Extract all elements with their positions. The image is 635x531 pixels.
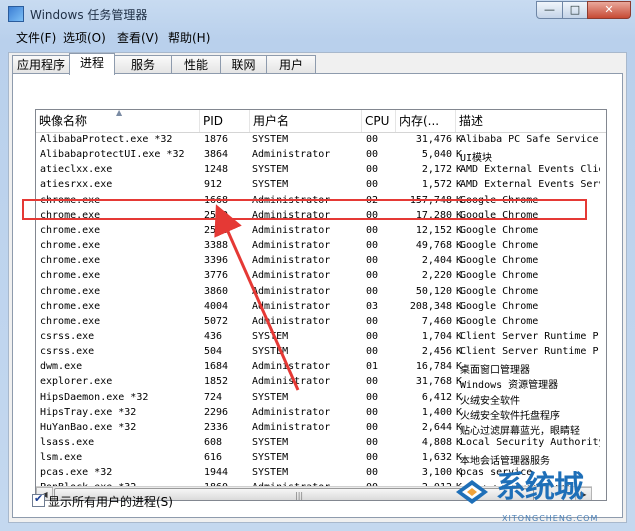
red-arrow-icon	[214, 204, 300, 391]
checkbox-tick-icon: ✔	[34, 492, 44, 505]
watermark-logo-icon	[456, 480, 488, 504]
show-all-users-checkbox[interactable]: ✔	[32, 492, 45, 507]
watermark-subtext: XITONGCHENG.COM	[502, 514, 599, 523]
show-all-users-label: 显示所有用户的进程(S)	[48, 495, 173, 509]
tab-processes[interactable]: 进程	[69, 53, 115, 75]
watermark-text: 系统城	[496, 470, 584, 505]
watermark: 系统城 XITONGCHENG.COM	[452, 464, 628, 526]
task-manager-window: Windows 任务管理器 — □ ✕ 文件(F) 选项(O) 查看(V) 帮助…	[0, 0, 635, 531]
